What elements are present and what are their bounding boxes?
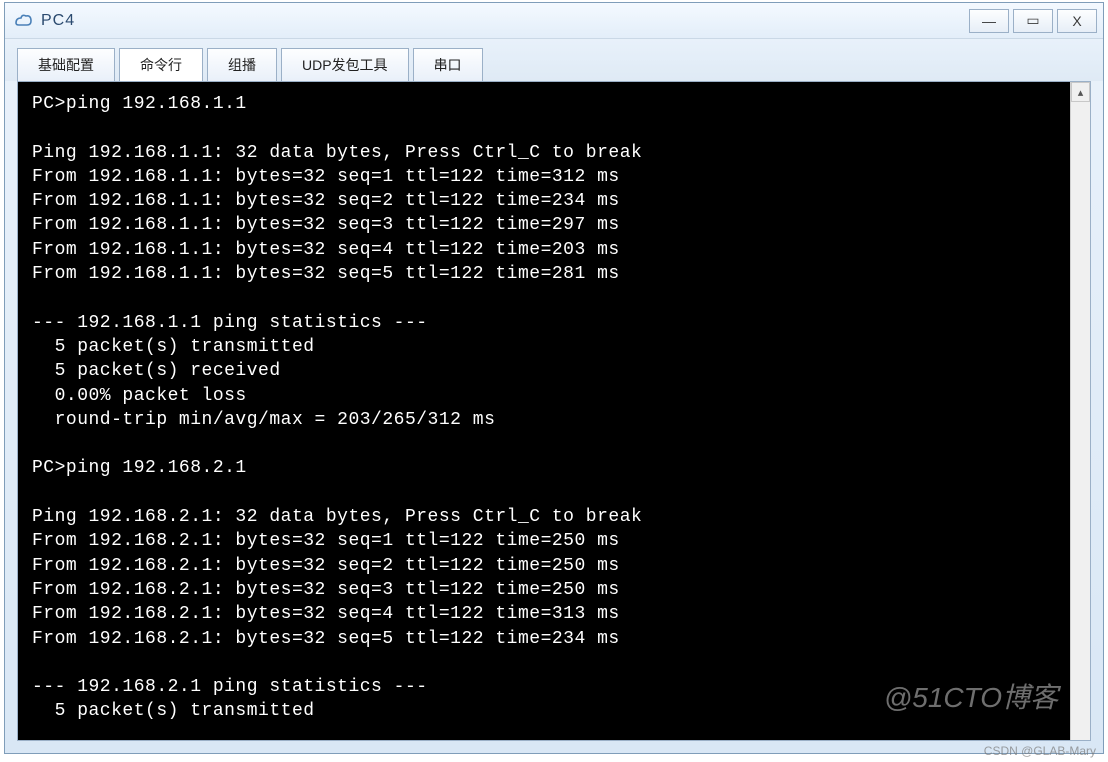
tab-command-line[interactable]: 命令行 — [119, 48, 203, 82]
minimize-button[interactable]: — — [969, 9, 1009, 33]
maximize-button[interactable]: ▭ — [1013, 9, 1053, 33]
terminal-container: PC>ping 192.168.1.1 Ping 192.168.1.1: 32… — [17, 81, 1091, 741]
window-controls: — ▭ X — [969, 9, 1097, 33]
tab-udp-packet-tool[interactable]: UDP发包工具 — [281, 48, 409, 82]
window-title: PC4 — [41, 12, 969, 30]
scroll-up-arrow-icon[interactable]: ▴ — [1071, 82, 1090, 102]
app-icon — [13, 11, 33, 31]
tab-serial-port[interactable]: 串口 — [413, 48, 483, 82]
tab-multicast[interactable]: 组播 — [207, 48, 277, 82]
terminal-output[interactable]: PC>ping 192.168.1.1 Ping 192.168.1.1: 32… — [18, 82, 1070, 740]
app-window: PC4 — ▭ X 基础配置 命令行 组播 UDP发包工具 串口 PC>ping… — [4, 2, 1104, 754]
titlebar[interactable]: PC4 — ▭ X — [5, 3, 1103, 39]
vertical-scrollbar[interactable]: ▴ — [1070, 82, 1090, 740]
close-button[interactable]: X — [1057, 9, 1097, 33]
tab-basic-config[interactable]: 基础配置 — [17, 48, 115, 82]
tab-row: 基础配置 命令行 组播 UDP发包工具 串口 — [5, 39, 1103, 81]
